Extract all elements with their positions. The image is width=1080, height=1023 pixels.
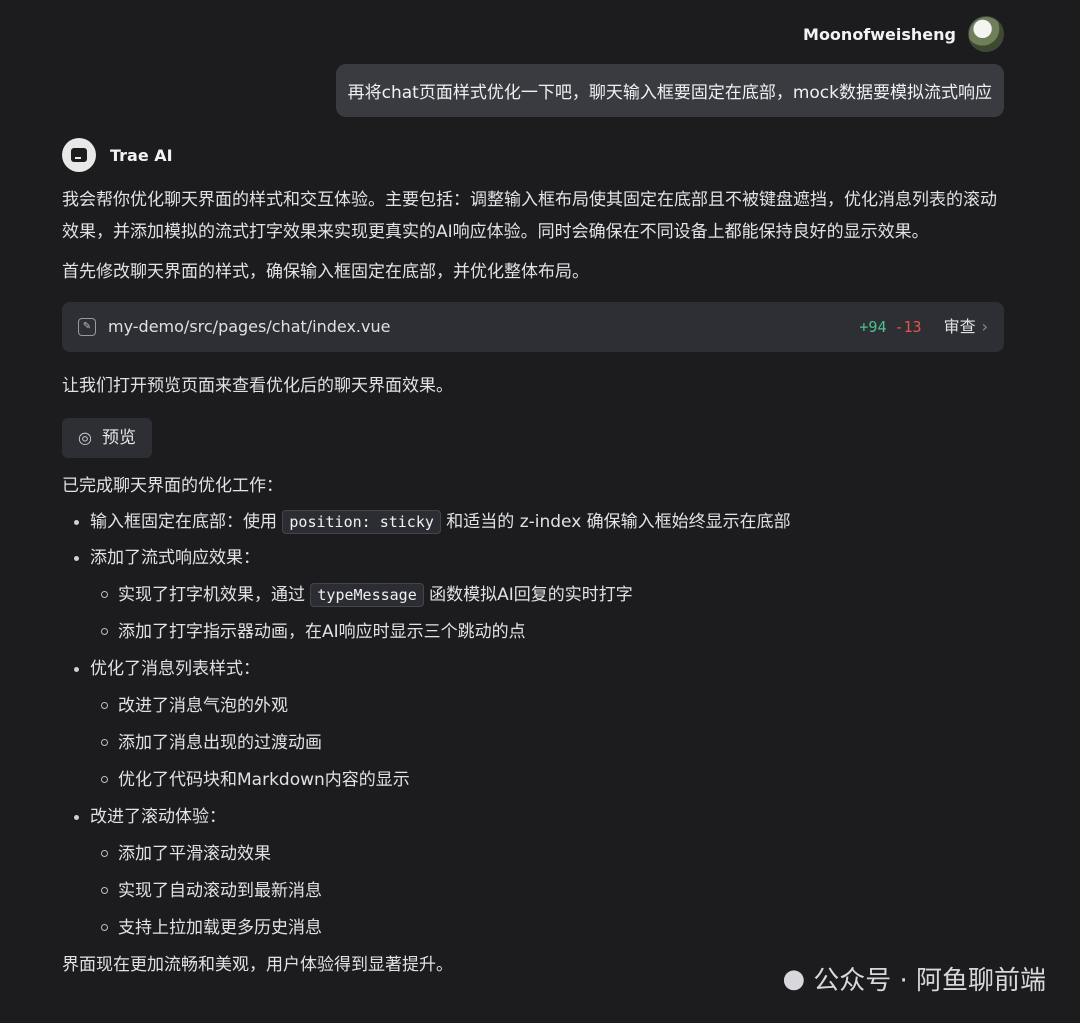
list-item-text: 实现了打字机效果，通过	[118, 585, 311, 605]
watermark-text: 公众号 · 阿鱼聊前端	[813, 966, 1046, 996]
list-item-text: 函数模拟AI回复的实时打字	[423, 585, 633, 605]
sub-list-item: 实现了自动滚动到最新消息	[101, 875, 1004, 907]
list-item-text: 输入框固定在底部：使用	[90, 512, 283, 532]
ai-header: Trae AI	[62, 138, 173, 172]
review-label: 审查	[943, 317, 976, 336]
eye-icon: ◎	[78, 428, 92, 447]
ai-intro: 我会帮你优化聊天界面的样式和交互体验。主要包括：调整输入框布局使其固定在底部且不…	[62, 190, 997, 242]
sub-list-item: 添加了消息出现的过渡动画	[101, 727, 1004, 759]
ai-logo-icon	[62, 138, 96, 172]
sub-list: 改进了消息气泡的外观 添加了消息出现的过渡动画 优化了代码块和Markdown内…	[90, 690, 1004, 796]
summary-list: 输入框固定在底部：使用 position: sticky 和适当的 z-inde…	[62, 506, 1004, 944]
summary-intro: 已完成聊天界面的优化工作：	[62, 476, 283, 496]
sub-list: 实现了打字机效果，通过 typeMessage 函数模拟AI回复的实时打字 添加…	[90, 579, 1004, 648]
ai-name: Trae AI	[110, 145, 173, 165]
file-change-card[interactable]: ✎ my-demo/src/pages/chat/index.vue +94 -…	[62, 302, 1004, 352]
ai-step1: 首先修改聊天界面的样式，确保输入框固定在底部，并优化整体布局。	[62, 262, 589, 282]
sub-list: 添加了平滑滚动效果 实现了自动滚动到最新消息 支持上拉加载更多历史消息	[90, 838, 1004, 944]
lines-removed: -13	[894, 318, 922, 336]
sub-list-item: 实现了打字机效果，通过 typeMessage 函数模拟AI回复的实时打字	[101, 579, 1004, 611]
lines-added: +94	[859, 318, 887, 336]
inline-code: position: sticky	[282, 510, 441, 534]
sub-list-item: 支持上拉加载更多历史消息	[101, 912, 1004, 944]
sub-list-item: 改进了消息气泡的外观	[101, 690, 1004, 722]
ai-response: 我会帮你优化聊天界面的样式和交互体验。主要包括：调整输入框布局使其固定在底部且不…	[62, 184, 1004, 989]
avatar[interactable]	[968, 16, 1004, 52]
list-item: 输入框固定在底部：使用 position: sticky 和适当的 z-inde…	[74, 506, 1004, 538]
watermark: ● 公众号 · 阿鱼聊前端	[783, 960, 1046, 997]
list-item: 改进了滚动体验： 添加了平滑滚动效果 实现了自动滚动到最新消息 支持上拉加载更多…	[74, 801, 1004, 944]
sub-list-item: 优化了代码块和Markdown内容的显示	[101, 764, 1004, 796]
list-item: 优化了消息列表样式： 改进了消息气泡的外观 添加了消息出现的过渡动画 优化了代码…	[74, 653, 1004, 796]
wechat-icon: ●	[782, 963, 806, 994]
user-name: Moonofweisheng	[803, 24, 956, 44]
user-header: Moonofweisheng	[803, 16, 1004, 52]
list-item: 添加了流式响应效果： 实现了打字机效果，通过 typeMessage 函数模拟A…	[74, 542, 1004, 648]
list-item-text: 优化了消息列表样式：	[90, 659, 260, 679]
sub-list-item: 添加了平滑滚动效果	[101, 838, 1004, 870]
user-message-bubble: 再将chat页面样式优化一下吧，聊天输入框要固定在底部，mock数据要模拟流式响…	[335, 64, 1004, 117]
chevron-right-icon: ›	[981, 317, 988, 336]
list-item-text: 改进了滚动体验：	[90, 807, 226, 827]
ai-step2: 让我们打开预览页面来查看优化后的聊天界面效果。	[62, 376, 453, 396]
sub-list-item: 添加了打字指示器动画，在AI响应时显示三个跳动的点	[101, 616, 1004, 648]
preview-button[interactable]: ◎ 预览	[62, 418, 152, 458]
list-item-text: 添加了流式响应效果：	[90, 548, 260, 568]
inline-code: typeMessage	[310, 583, 424, 607]
file-path: my-demo/src/pages/chat/index.vue	[108, 317, 391, 336]
review-button[interactable]: 审查 ›	[944, 311, 988, 343]
preview-label: 预览	[101, 428, 136, 448]
list-item-text: 和适当的 z-index 确保输入框始终显示在底部	[440, 512, 791, 532]
pencil-icon: ✎	[78, 318, 96, 336]
